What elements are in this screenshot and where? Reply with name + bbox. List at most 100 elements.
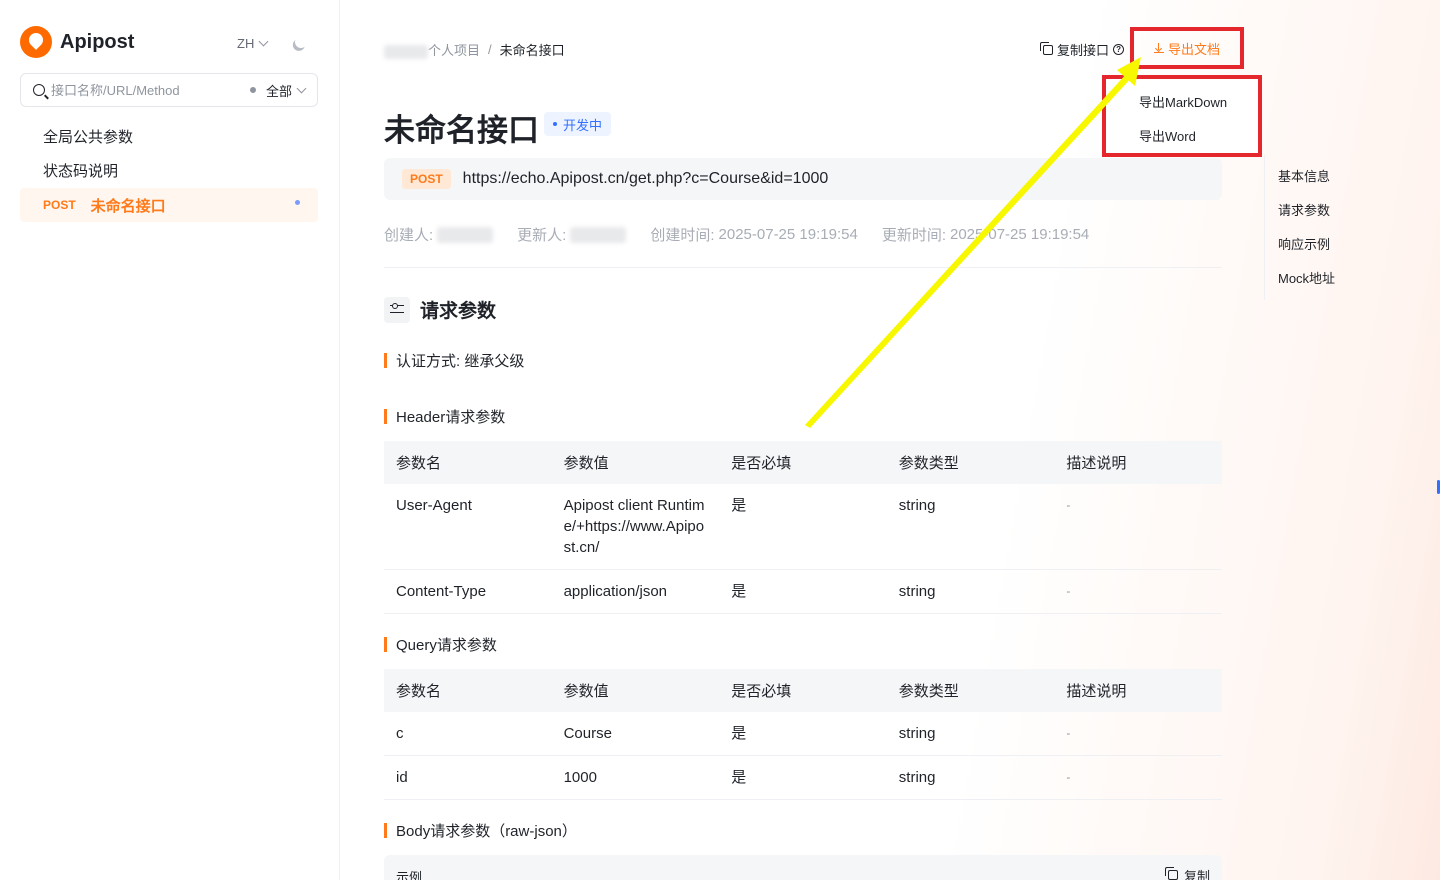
- copy-example-button[interactable]: 复制: [1164, 867, 1210, 880]
- created-value: 2025-07-25 19:19:54: [718, 226, 858, 243]
- created-label: 创建时间:: [650, 227, 715, 244]
- tree-item-label: 全局公共参数: [43, 128, 134, 146]
- language-switcher[interactable]: ZH: [237, 36, 269, 51]
- column-header: 是否必填: [719, 441, 887, 484]
- body-params-label: Body请求参数（raw-json）: [396, 823, 577, 840]
- accent-bar: [384, 353, 387, 368]
- export-menu: 导出MarkDown 导出Word: [1102, 75, 1262, 157]
- header-params-heading: Header请求参数: [384, 406, 505, 427]
- column-header: 参数值: [551, 669, 720, 712]
- anchor-basic-info[interactable]: 基本信息: [1265, 164, 1440, 198]
- help-icon[interactable]: ?: [1113, 44, 1125, 55]
- tree-item-global-params[interactable]: 全局公共参数: [20, 119, 318, 153]
- column-header: 参数名: [384, 441, 552, 484]
- param-type: string: [886, 755, 1055, 800]
- param-value: Apipost client Runtime/+https://www.Apip…: [551, 484, 720, 570]
- query-params-label: Query请求参数: [396, 637, 497, 654]
- param-name: User-Agent: [384, 484, 552, 570]
- updater: 更新人:: [517, 224, 627, 245]
- unsaved-dot-icon: [295, 200, 300, 205]
- export-markdown-item[interactable]: 导出MarkDown: [1106, 89, 1258, 123]
- param-desc: -: [1054, 755, 1222, 800]
- param-desc: -: [1054, 712, 1222, 756]
- anchor-response-example[interactable]: 响应示例: [1265, 232, 1440, 266]
- accent-bar: [384, 637, 387, 652]
- moon-icon[interactable]: [293, 34, 308, 49]
- meta-info: 创建人: 更新人: 创建时间: 2025-07-25 19:19:54 更新时间…: [384, 224, 1089, 245]
- export-word-item[interactable]: 导出Word: [1106, 123, 1258, 157]
- updated-time: 更新时间: 2025-07-25 19:19:54: [882, 224, 1089, 245]
- request-url: https://echo.Apipost.cn/get.php?c=Course…: [462, 170, 829, 187]
- method-badge: POST: [43, 198, 76, 212]
- search-box: 全部: [20, 73, 318, 107]
- auth-label: 认证方式: 继承父级: [396, 353, 525, 370]
- column-header: 描述说明: [1054, 669, 1222, 712]
- redacted-name: [570, 226, 627, 243]
- search-icon: [33, 84, 45, 96]
- tree-item-label: 未命名接口: [90, 197, 166, 215]
- anchor-nav: 基本信息 请求参数 响应示例 Mock地址: [1264, 155, 1440, 300]
- query-params-table: 参数名 参数值 是否必填 参数类型 描述说明 c Course 是 string…: [384, 669, 1222, 800]
- params-icon: [384, 296, 410, 323]
- body-example-header: 示例 复制: [384, 855, 1222, 880]
- language-label: ZH: [237, 36, 255, 51]
- param-required: 是: [719, 569, 887, 614]
- divider: [384, 267, 1222, 268]
- updated-value: 2025-07-25 19:19:54: [949, 226, 1090, 243]
- param-name: Content-Type: [384, 569, 552, 614]
- copy-api-label: 复制接口: [1057, 43, 1110, 58]
- column-header: 是否必填: [719, 669, 887, 712]
- breadcrumb-project-label: 个人项目: [428, 43, 481, 58]
- page-title: 未命名接口: [384, 113, 539, 148]
- param-desc: -: [1054, 569, 1222, 614]
- param-value: 1000: [551, 755, 720, 800]
- logo-icon: [20, 26, 52, 58]
- anchor-request-params[interactable]: 请求参数: [1265, 198, 1440, 232]
- tree-item-status-codes[interactable]: 状态码说明: [20, 153, 318, 187]
- copy-api-button[interactable]: 复制接口 ?: [1040, 40, 1125, 59]
- param-value: Course: [551, 712, 720, 756]
- header-params-table: 参数名 参数值 是否必填 参数类型 描述说明 User-Agent Apipos…: [384, 441, 1222, 614]
- copy-icon: [1164, 867, 1178, 880]
- breadcrumb: 个人项目 / 未命名接口: [384, 40, 565, 59]
- breadcrumb-project[interactable]: 个人项目: [384, 40, 480, 59]
- column-header: 参数名: [384, 669, 552, 712]
- table-row: c Course 是 string -: [384, 712, 1222, 756]
- query-params-heading: Query请求参数: [384, 634, 497, 655]
- auth-heading: 认证方式: 继承父级: [384, 350, 524, 371]
- chevron-down-icon: [296, 83, 307, 93]
- creator-label: 创建人:: [384, 227, 434, 244]
- anchor-mock-url[interactable]: Mock地址: [1265, 266, 1440, 300]
- creator: 创建人:: [384, 224, 494, 245]
- sidebar: Apipost ZH 全部 全局公共参数 状态码说明 POST 未命名接口: [0, 0, 340, 880]
- table-header-row: 参数名 参数值 是否必填 参数类型 描述说明: [384, 669, 1222, 712]
- param-type: string: [886, 569, 1055, 614]
- updater-label: 更新人:: [517, 227, 567, 244]
- search-input[interactable]: [51, 82, 250, 98]
- table-header-row: 参数名 参数值 是否必填 参数类型 描述说明: [384, 441, 1222, 484]
- column-header: 参数值: [551, 441, 720, 484]
- created-time: 创建时间: 2025-07-25 19:19:54: [650, 224, 857, 245]
- status-label: 开发中: [563, 117, 603, 133]
- updated-label: 更新时间:: [881, 227, 946, 244]
- param-required: 是: [719, 755, 887, 800]
- url-bar: POST https://echo.Apipost.cn/get.php?c=C…: [384, 158, 1222, 200]
- column-header: 参数类型: [886, 669, 1055, 712]
- param-type: string: [886, 712, 1055, 756]
- export-doc-button[interactable]: 导出文档: [1130, 27, 1244, 69]
- download-icon: [1153, 43, 1164, 53]
- brand[interactable]: Apipost: [20, 26, 134, 58]
- export-doc-label: 导出文档: [1167, 41, 1220, 57]
- status-badge[interactable]: 开发中: [544, 112, 612, 136]
- table-row: Content-Type application/json 是 string -: [384, 569, 1222, 614]
- method-filter[interactable]: 全部: [249, 81, 307, 100]
- param-name: id: [384, 755, 552, 800]
- param-required: 是: [719, 712, 887, 756]
- table-row: User-Agent Apipost client Runtime/+https…: [384, 484, 1222, 570]
- tree-item-label: 状态码说明: [43, 162, 119, 180]
- redacted-name: [384, 44, 428, 59]
- param-required: 是: [719, 484, 887, 570]
- method-badge: POST: [402, 169, 451, 189]
- tree-item-active-api[interactable]: POST 未命名接口: [20, 188, 318, 222]
- column-header: 描述说明: [1054, 441, 1222, 484]
